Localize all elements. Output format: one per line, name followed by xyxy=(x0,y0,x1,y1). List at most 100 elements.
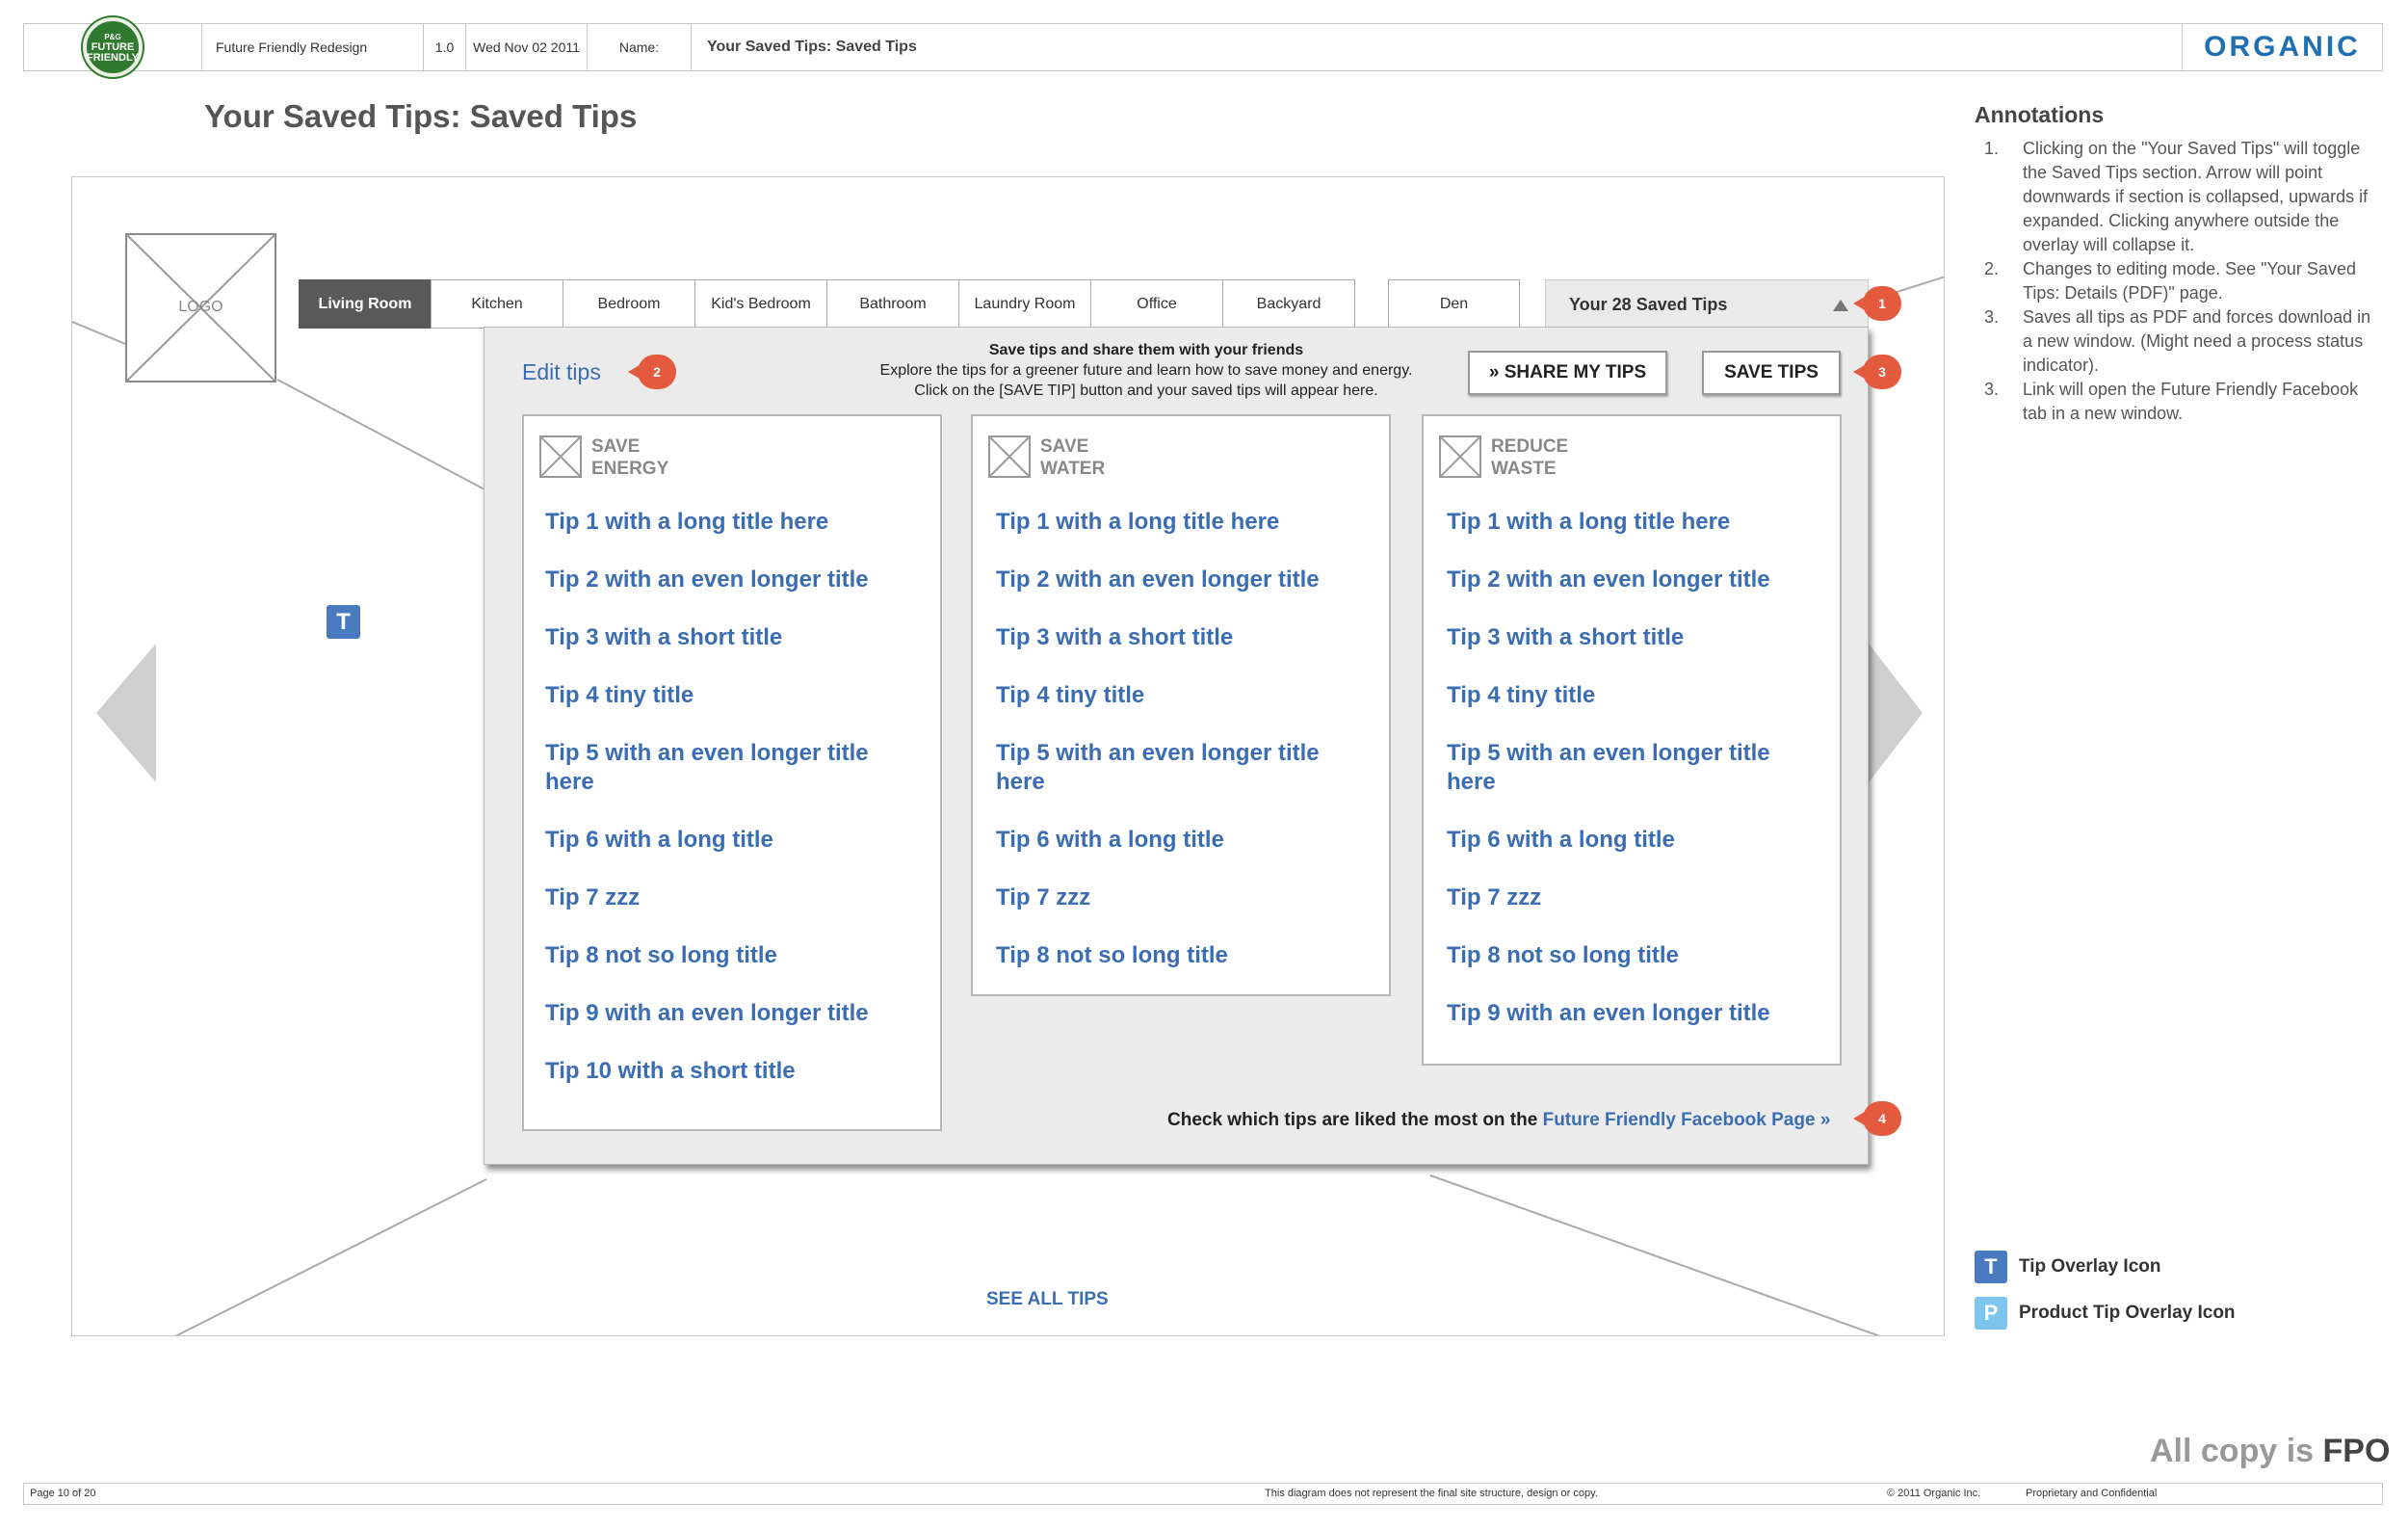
column-title-line-2: WASTE xyxy=(1491,459,1557,479)
tip-link[interactable]: Tip 5 with an even longer title here xyxy=(1447,739,1813,797)
tip-link[interactable]: Tip 8 not so long title xyxy=(545,941,911,970)
tab-laundry-room[interactable]: Laundry Room xyxy=(958,279,1091,329)
product-tip-overlay-legend-icon: P xyxy=(1975,1297,2007,1330)
tab-backyard[interactable]: Backyard xyxy=(1222,279,1355,329)
tip-overlay-legend-icon: T xyxy=(1975,1251,2007,1283)
column-title-line-1: SAVE xyxy=(591,436,641,457)
name-value: Your Saved Tips: Saved Tips xyxy=(707,39,917,55)
tip-link[interactable]: Tip 7 zzz xyxy=(545,883,911,912)
tab-bathroom[interactable]: Bathroom xyxy=(826,279,959,329)
tip-link[interactable]: Tip 1 with a long title here xyxy=(1447,508,1813,537)
annotation-text: Clicking on the "Your Saved Tips" will t… xyxy=(2023,139,2369,254)
annotation-number: 3. xyxy=(1984,307,2000,327)
name-value-cell: Your Saved Tips: Saved Tips xyxy=(692,24,2183,70)
tip-link[interactable]: Tip 1 with a long title here xyxy=(545,508,911,537)
tip-link[interactable]: Tip 8 not so long title xyxy=(996,941,1362,970)
logo-label: LOGO xyxy=(178,299,223,315)
name-label-cell: Name: xyxy=(588,24,692,70)
tab-office[interactable]: Office xyxy=(1090,279,1223,329)
tip-link[interactable]: Tip 9 with an even longer title xyxy=(545,999,911,1028)
tip-link[interactable]: Tip 10 with a short title xyxy=(545,1057,911,1086)
organic-logo: ORGANIC xyxy=(2204,31,2361,63)
edit-tips-link[interactable]: Edit tips xyxy=(522,359,601,385)
page-title: Your Saved Tips: Saved Tips xyxy=(204,98,638,134)
badge-text-bottom: FRIENDLY xyxy=(87,51,139,64)
overlay-intro: Save tips and share them with your frien… xyxy=(848,340,1445,401)
date-cell: Wed Nov 02 2011 xyxy=(466,24,588,70)
tip-link[interactable]: Tip 7 zzz xyxy=(1447,883,1813,912)
save-tips-button[interactable]: SAVE TIPS xyxy=(1702,351,1841,395)
brand-badge-cell: P&G FUTURE FRIENDLY xyxy=(24,17,202,77)
tip-link[interactable]: Tip 6 with a long title xyxy=(545,826,911,855)
tip-link[interactable]: Tip 7 zzz xyxy=(996,883,1362,912)
footer-disclaimer: This diagram does not represent the fina… xyxy=(1265,1488,1598,1499)
annotation-text: Link will open the Future Friendly Faceb… xyxy=(2023,380,2359,423)
tip-link[interactable]: Tip 6 with a long title xyxy=(996,826,1362,855)
future-friendly-logo: P&G FUTURE FRIENDLY xyxy=(83,17,143,77)
tab-bedroom[interactable]: Bedroom xyxy=(563,279,695,329)
footer-copyright: © 2011 Organic Inc. xyxy=(1887,1488,1981,1499)
facebook-line-text: Check which tips are liked the most on t… xyxy=(1167,1110,1543,1130)
version-cell: 1.0 xyxy=(424,24,466,70)
tip-link[interactable]: Tip 9 with an even longer title xyxy=(1447,999,1813,1028)
tab-kitchen[interactable]: Kitchen xyxy=(431,279,563,329)
project-name-cell: Future Friendly Redesign xyxy=(202,24,424,70)
tip-link[interactable]: Tip 3 with a short title xyxy=(1447,623,1813,652)
tip-link[interactable]: Tip 3 with a short title xyxy=(545,623,911,652)
intro-line-2: Click on the [SAVE TIP] button and your … xyxy=(914,382,1378,399)
tip-list: Tip 1 with a long title here Tip 2 with … xyxy=(1447,508,1813,1057)
column-header: REDUCE WASTE xyxy=(1439,435,1568,480)
column-title: SAVE ENERGY xyxy=(591,435,668,480)
tip-link[interactable]: Tip 2 with an even longer title xyxy=(1447,566,1813,594)
share-my-tips-button[interactable]: » SHARE MY TIPS xyxy=(1468,351,1667,395)
annotations-list: 1. Clicking on the "Your Saved Tips" will… xyxy=(1984,137,2379,426)
tip-link[interactable]: Tip 4 tiny title xyxy=(1447,681,1813,710)
tab-living-room[interactable]: Living Room xyxy=(299,279,432,329)
tab-den[interactable]: Den xyxy=(1388,279,1520,329)
tip-overlay-icon[interactable]: T xyxy=(327,605,360,639)
column-header: SAVE WATER xyxy=(988,435,1105,480)
column-title-line-2: ENERGY xyxy=(591,459,669,479)
see-all-tips-link[interactable]: SEE ALL TIPS xyxy=(986,1289,1109,1310)
tip-link[interactable]: Tip 4 tiny title xyxy=(545,681,911,710)
tips-column-save-energy: SAVE ENERGY Tip 1 with a long title here… xyxy=(522,414,942,1131)
legend-item-product-tip: P Product Tip Overlay Icon xyxy=(1975,1297,2236,1330)
tab-kids-bedroom[interactable]: Kid's Bedroom xyxy=(694,279,827,329)
column-title-line-2: WATER xyxy=(1040,459,1106,479)
tip-link[interactable]: Tip 2 with an even longer title xyxy=(996,566,1362,594)
facebook-line: Check which tips are liked the most on t… xyxy=(1167,1110,1830,1131)
tip-link[interactable]: Tip 3 with a short title xyxy=(996,623,1362,652)
category-image-placeholder-icon xyxy=(539,435,582,478)
badge-text-top: P&G xyxy=(104,32,121,41)
annotations-title: Annotations xyxy=(1975,102,2105,127)
carousel-next-arrow-icon[interactable] xyxy=(1869,644,1923,782)
tip-link[interactable]: Tip 8 not so long title xyxy=(1447,941,1813,970)
category-image-placeholder-icon xyxy=(1439,435,1481,478)
callout-marker-3: 3 xyxy=(1853,355,1901,389)
carousel-prev-arrow-icon[interactable] xyxy=(96,644,156,782)
tip-link[interactable]: Tip 2 with an even longer title xyxy=(545,566,911,594)
tip-link[interactable]: Tip 1 with a long title here xyxy=(996,508,1362,537)
column-title: REDUCE WASTE xyxy=(1491,435,1568,480)
footer-confidential: Proprietary and Confidential xyxy=(2026,1488,2158,1499)
column-title-line-1: SAVE xyxy=(1040,436,1089,457)
annotation-item: 1. Clicking on the "Your Saved Tips" will… xyxy=(1984,137,2379,257)
fpo-prefix: All copy is xyxy=(2150,1433,2323,1469)
tip-link[interactable]: Tip 5 with an even longer title here xyxy=(996,739,1362,797)
tip-link[interactable]: Tip 6 with a long title xyxy=(1447,826,1813,855)
column-title: SAVE WATER xyxy=(1040,435,1105,480)
tip-link[interactable]: Tip 4 tiny title xyxy=(996,681,1362,710)
callout-marker-4: 4 xyxy=(1853,1101,1901,1136)
column-title-line-1: REDUCE xyxy=(1491,436,1569,457)
annotation-item: 2. Changes to editing mode. See "Your Sav… xyxy=(1984,257,2379,305)
saved-tips-toggle[interactable]: Your 28 Saved Tips xyxy=(1545,279,1869,329)
tip-list: Tip 1 with a long title here Tip 2 with … xyxy=(996,508,1362,999)
annotation-number: 1. xyxy=(1984,139,2000,158)
annotation-number: 2. xyxy=(1984,259,2000,278)
facebook-page-link[interactable]: Future Friendly Facebook Page » xyxy=(1543,1110,1831,1130)
date: Wed Nov 02 2011 xyxy=(473,40,580,55)
annotation-number: 3. xyxy=(1984,380,2000,399)
callout-marker-2: 2 xyxy=(628,355,676,389)
annotation-text: Saves all tips as PDF and forces downloa… xyxy=(2023,307,2371,375)
tip-link[interactable]: Tip 5 with an even longer title here xyxy=(545,739,911,797)
